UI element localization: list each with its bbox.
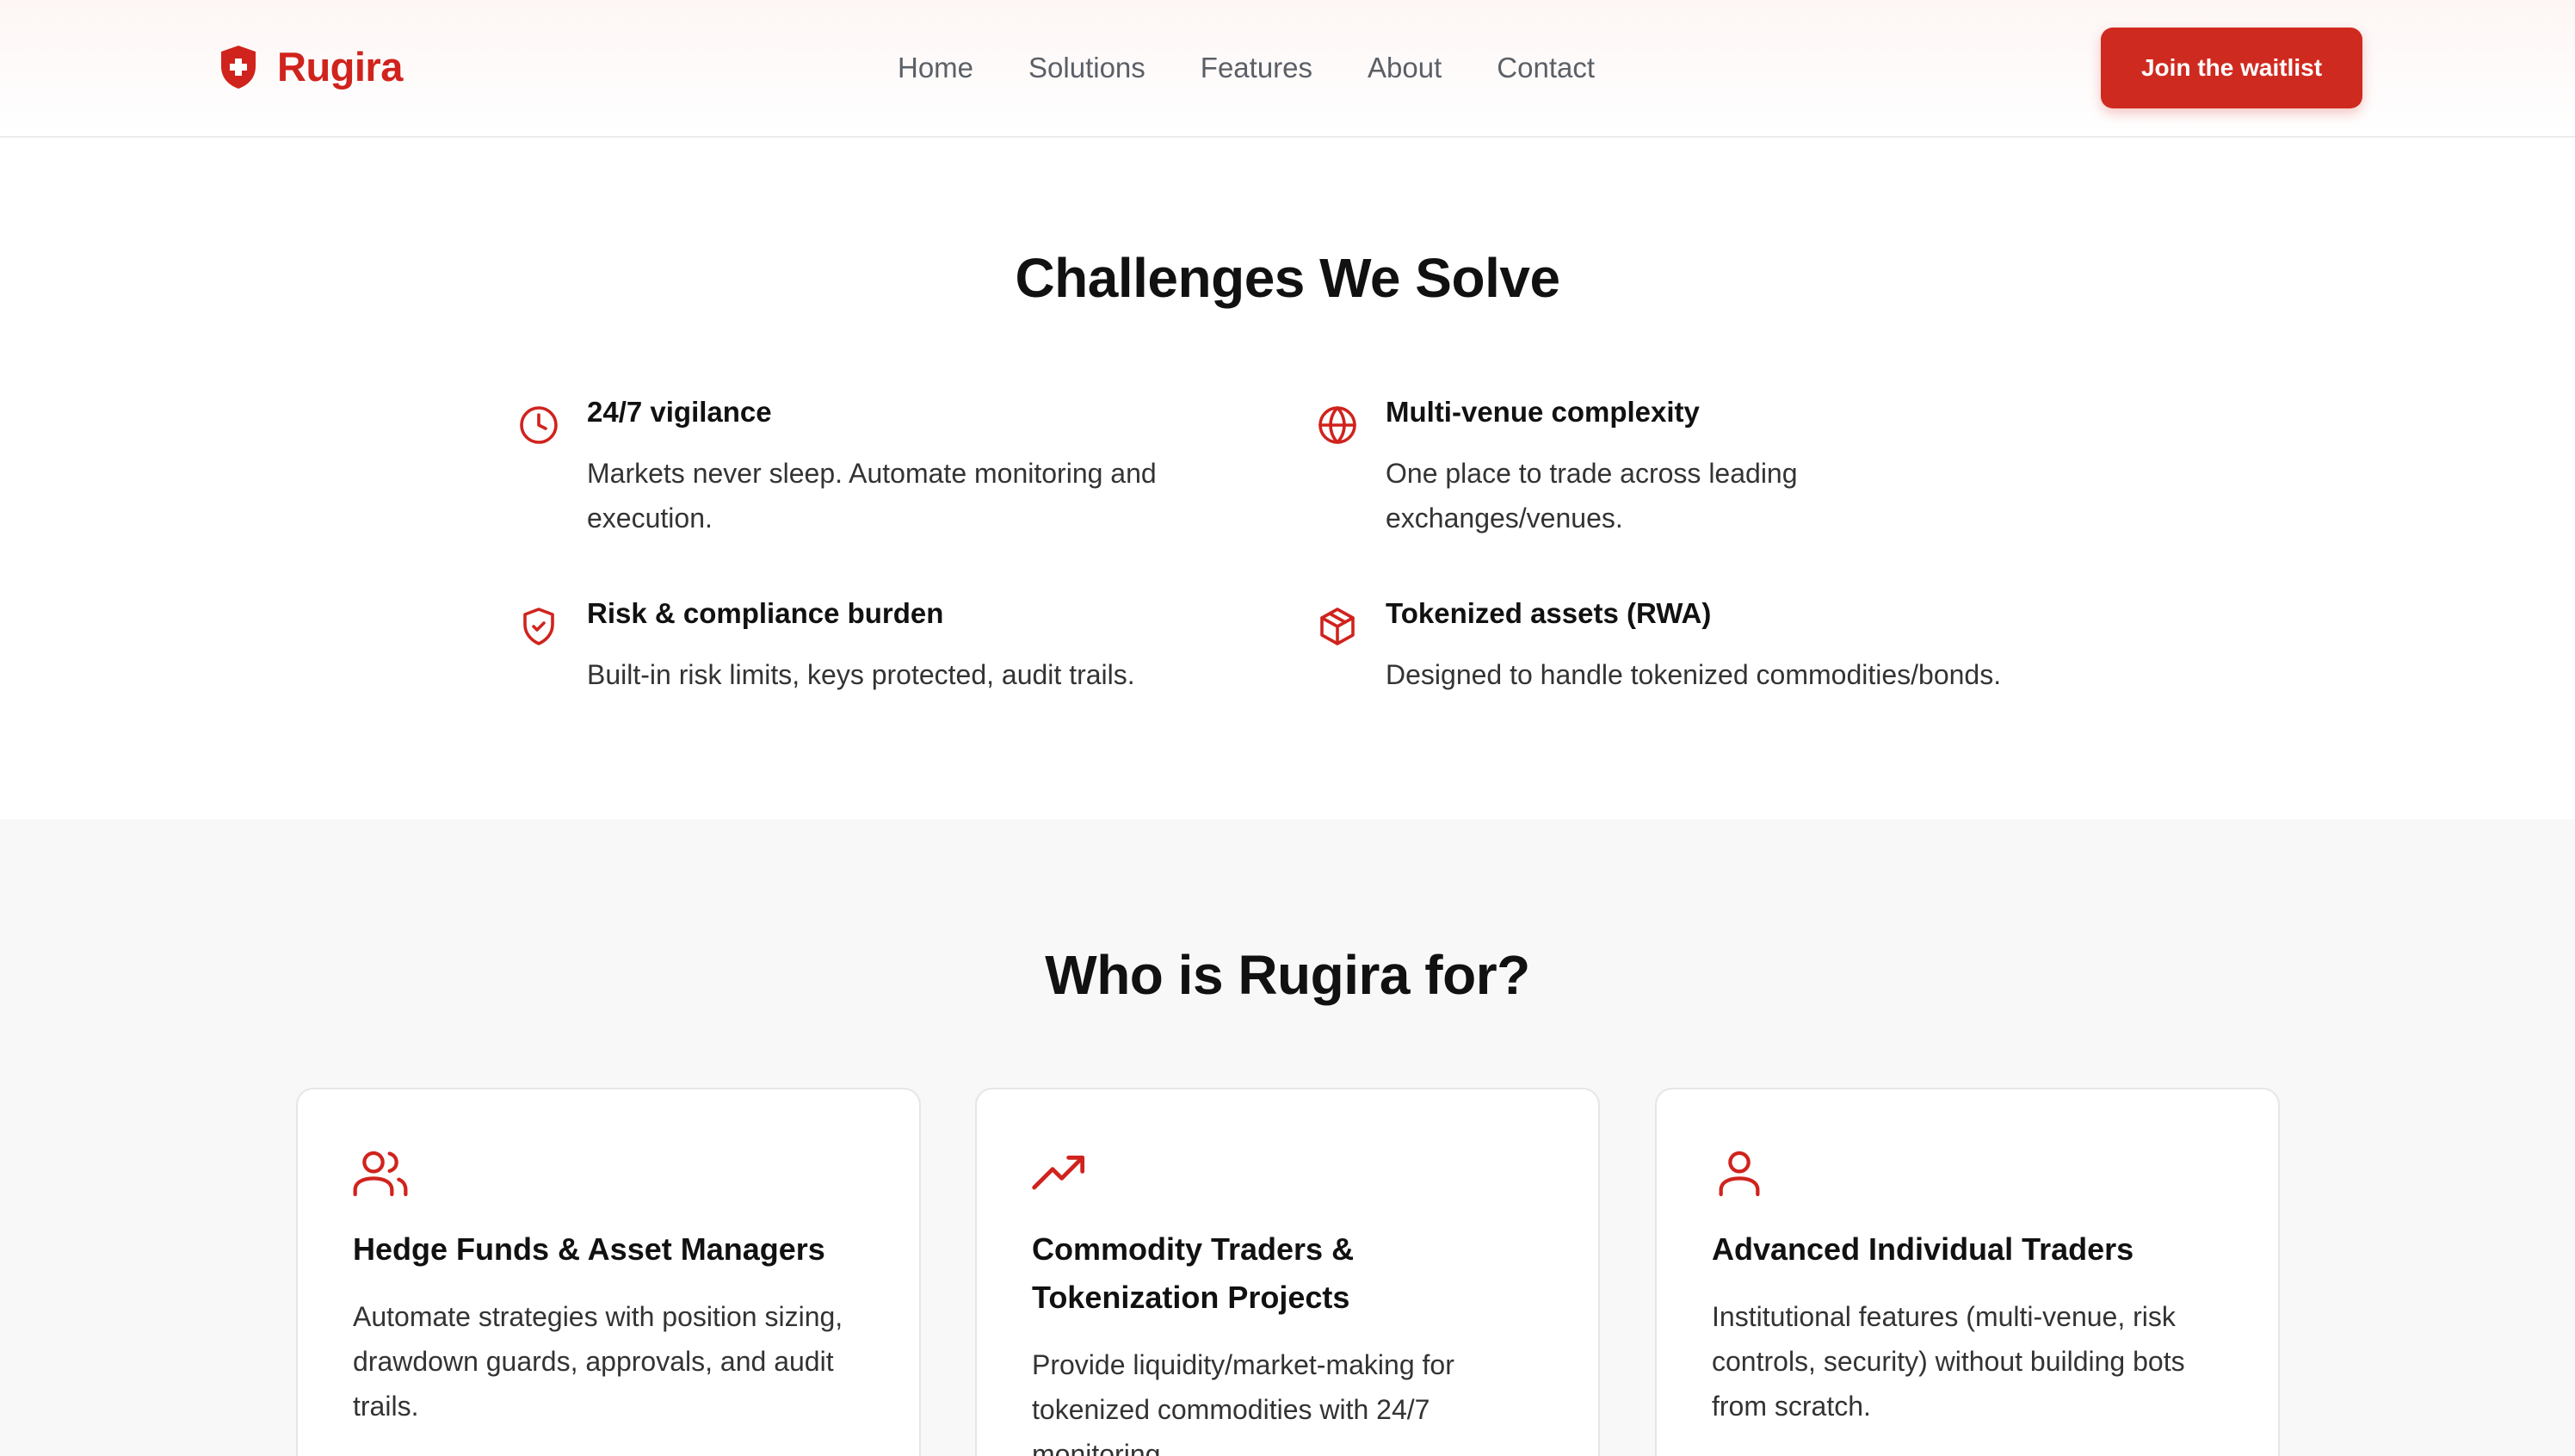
globe-icon — [1317, 404, 1358, 446]
challenges-title: Challenges We Solve — [1015, 247, 1560, 309]
nav-about[interactable]: About — [1368, 50, 1442, 86]
nav-solutions[interactable]: Solutions — [1028, 50, 1145, 86]
join-waitlist-button[interactable]: Join the waitlist — [2101, 28, 2362, 108]
clock-icon — [518, 404, 559, 446]
card-title: Commodity Traders & Tokenization Project… — [1032, 1231, 1355, 1315]
users-icon — [353, 1146, 408, 1201]
card-title: Hedge Funds & Asset Managers — [353, 1231, 825, 1267]
challenge-title: Risk & compliance burden — [587, 597, 944, 629]
package-icon — [1317, 606, 1358, 647]
challenges-section: Challenges We Solve 24/7 vigilance Marke… — [0, 138, 2575, 819]
challenge-desc: Designed to handle tokenized commodities… — [1386, 659, 2002, 690]
challenge-title: Tokenized assets (RWA) — [1386, 597, 1712, 629]
audience-card: Advanced Individual Traders Institutiona… — [1655, 1088, 2280, 1456]
card-title: Advanced Individual Traders — [1712, 1231, 2134, 1267]
audience-card: Commodity Traders & Tokenization Project… — [975, 1088, 1600, 1456]
challenge-desc: Built-in risk limits, keys protected, au… — [587, 659, 1135, 690]
brand-logo[interactable]: Rugira — [219, 43, 403, 90]
nav-features[interactable]: Features — [1201, 50, 1312, 86]
nav-contact[interactable]: Contact — [1497, 50, 1595, 86]
challenge-desc: One place to trade across leading exchan… — [1386, 458, 1798, 534]
challenge-title: 24/7 vigilance — [587, 396, 772, 428]
page: Rugira Home Solutions Features About Con… — [0, 0, 2575, 1456]
main-nav: Home Solutions Features About Contact — [898, 50, 1595, 86]
card-desc: Automate strategies with position sizing… — [353, 1301, 843, 1422]
shield-plus-icon — [221, 45, 256, 89]
nav-home[interactable]: Home — [898, 50, 973, 86]
trending-up-icon — [1032, 1146, 1087, 1201]
site-header: Rugira Home Solutions Features About Con… — [0, 0, 2575, 138]
challenge-title: Multi-venue complexity — [1386, 396, 1700, 428]
card-desc: Institutional features (multi-venue, ris… — [1712, 1301, 2185, 1422]
card-desc: Provide liquidity/market-making for toke… — [1032, 1349, 1454, 1456]
shield-check-icon — [518, 606, 559, 647]
audience-card: Hedge Funds & Asset Managers Automate st… — [296, 1088, 921, 1456]
audience-section: Who is Rugira for? Hedge Funds & Asset M… — [0, 819, 2575, 1456]
challenge-desc: Markets never sleep. Automate monitoring… — [587, 458, 1157, 534]
brand-name: Rugira — [277, 44, 403, 89]
user-icon — [1712, 1146, 1767, 1201]
audience-title: Who is Rugira for? — [1045, 944, 1530, 1006]
